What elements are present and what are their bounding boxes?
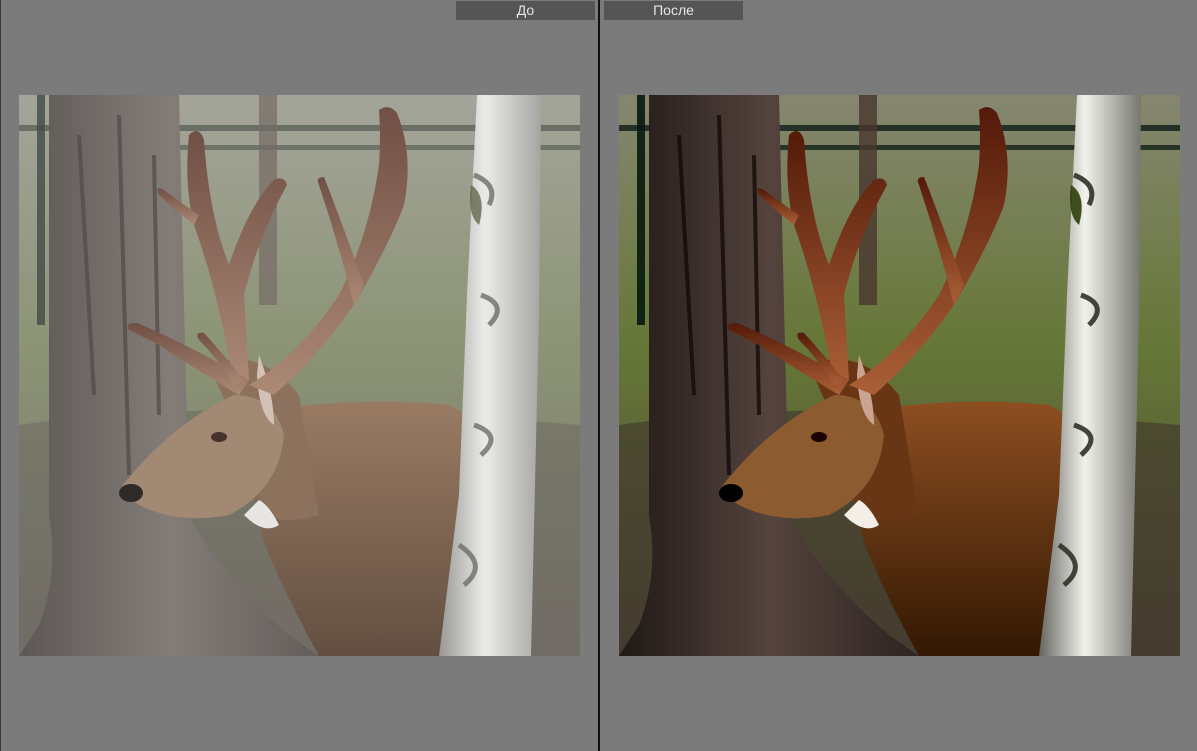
- before-photo[interactable]: [19, 95, 580, 656]
- deer-photo-after: [619, 95, 1180, 656]
- after-label: После: [604, 1, 743, 20]
- before-label: До: [456, 1, 595, 20]
- after-photo[interactable]: [619, 95, 1180, 656]
- deer-photo-before: [19, 95, 580, 656]
- before-panel: До: [0, 0, 598, 751]
- after-panel: После: [600, 0, 1197, 751]
- before-after-compare-view: До После: [0, 0, 1197, 751]
